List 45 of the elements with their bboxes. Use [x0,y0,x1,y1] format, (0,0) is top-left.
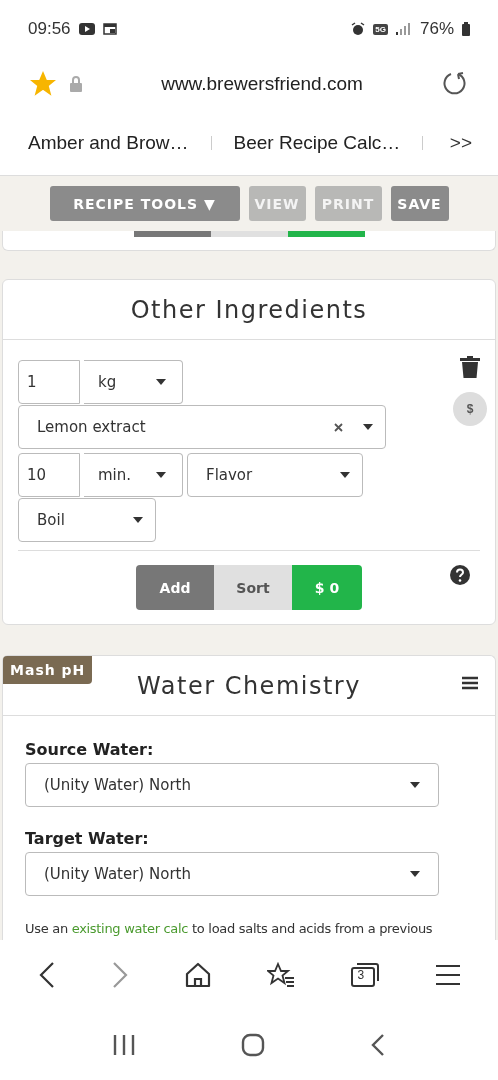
battery-level: 76% [419,19,454,39]
card-title: Other Ingredients [130,295,368,324]
caret-icon [133,517,143,523]
caret-icon [410,871,420,877]
ingredient-select[interactable]: Lemon extract [18,405,386,449]
caret-icon [363,424,373,430]
amount-field[interactable]: 1 [18,360,80,404]
cost-button[interactable]: $ [453,392,487,426]
lock-icon [70,76,82,92]
clock: 09:56 [28,19,71,39]
field-label: Target Water: [25,829,150,848]
time-unit-select[interactable]: min. [84,453,183,497]
network-label: 5G [373,23,388,35]
browser-tab[interactable]: Amber and Brow… [28,131,189,154]
clear-icon[interactable] [334,422,343,432]
reload-icon[interactable] [442,71,468,97]
browser-tab[interactable]: Beer Recipe Calc… [233,131,401,154]
video-icon [78,23,95,35]
mash-ph-tag[interactable]: Mash pH [3,656,93,684]
battery-icon [462,22,470,36]
caret-icon [156,379,166,385]
alarm-icon [351,22,366,36]
unit-select[interactable]: kg [84,360,183,404]
trash-icon[interactable] [460,356,480,378]
caret-icon [340,472,350,478]
caret-icon [410,782,420,788]
star-icon[interactable] [30,71,56,97]
help-icon[interactable] [450,565,470,585]
action-button[interactable]: Sort [214,565,292,610]
menu-icon[interactable] [462,676,478,690]
note-text: Use an existing water calc to load salts and acids from a previous [25,920,433,938]
caret-icon [156,472,166,478]
action-button[interactable]: Add [136,565,214,610]
field-label: Source Water: [25,740,155,759]
use-select[interactable]: Flavor [187,453,363,497]
water-select[interactable]: (Unity Water) North [25,852,439,896]
window-icon [102,23,117,35]
card-title: Water Chemistry [137,671,361,700]
stage-select[interactable]: Boil [18,498,156,542]
signal-icon [395,23,412,35]
water-select[interactable]: (Unity Water) North [25,763,439,807]
tabs-button[interactable]: 3 [346,958,385,992]
more-tabs[interactable]: >> [449,131,472,154]
time-field[interactable]: 10 [18,453,80,497]
water-calc-link[interactable]: existing water calc [71,921,189,936]
